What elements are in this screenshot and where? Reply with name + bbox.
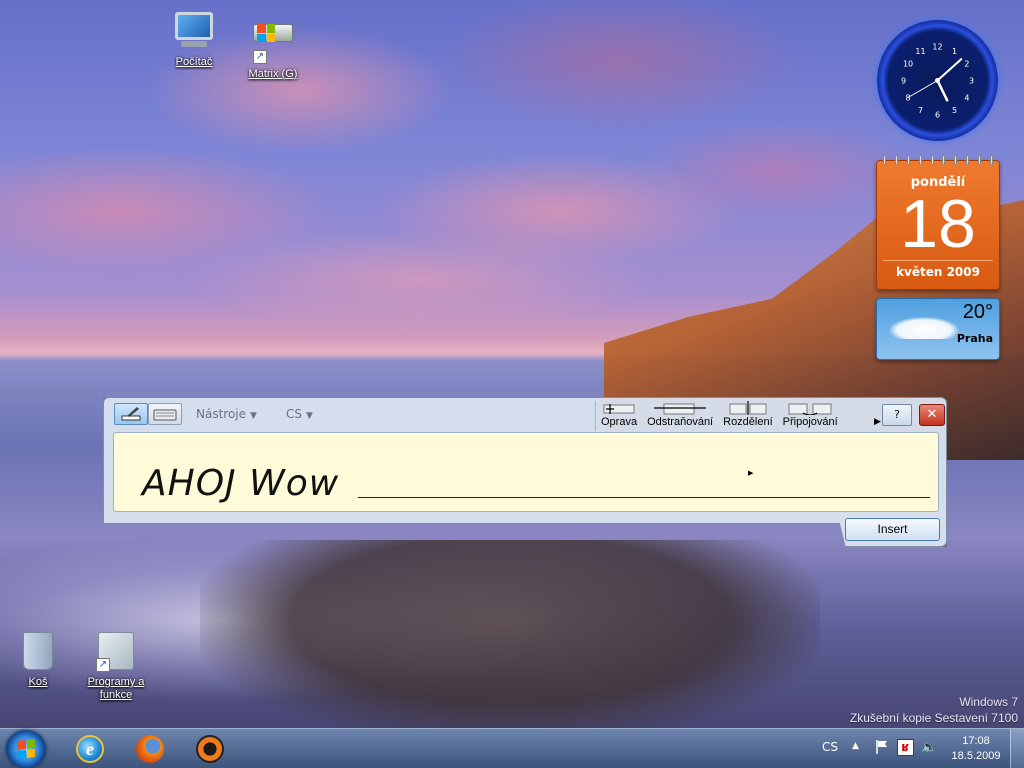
volume-icon[interactable]: 🔈 <box>921 740 937 755</box>
calendar-month-year: květen 2009 <box>883 260 993 279</box>
writing-pad-button[interactable] <box>114 403 148 425</box>
clock-number: 1 <box>952 47 957 56</box>
tray-time: 17:08 <box>962 735 990 747</box>
clock-number: 3 <box>969 77 974 86</box>
writing-pad-icon <box>121 407 141 421</box>
clock-number: 2 <box>964 60 969 69</box>
weather-temperature: 20° <box>962 301 993 323</box>
cloud-icon <box>889 317 959 339</box>
desktop-icon-computer[interactable]: Počítač <box>154 12 234 69</box>
recycle-bin-icon <box>16 632 60 672</box>
writing-baseline <box>358 497 930 498</box>
wallpaper-rocks <box>200 540 820 740</box>
watermark-line-1: Windows 7 <box>959 695 1018 709</box>
close-icon: ✕ <box>926 407 938 422</box>
show-desktop-button[interactable] <box>1010 729 1024 768</box>
clock-number: 4 <box>964 94 969 103</box>
start-button[interactable] <box>6 730 46 768</box>
action-label: Odstraňování <box>647 416 714 428</box>
clock-face: 121234567891011 <box>901 43 974 120</box>
action-join[interactable]: Připojování <box>778 401 843 431</box>
action-label: Oprava <box>601 416 638 428</box>
chevron-down-icon: ▼ <box>306 411 313 421</box>
desktop-icon-recycle-bin[interactable]: Koš <box>0 632 78 689</box>
watermark-line-2: Zkušební kopie Sestavení 7100 <box>849 711 1018 725</box>
touch-keyboard-button[interactable] <box>148 403 182 425</box>
clock-center <box>935 78 940 83</box>
calendar-gadget[interactable]: pondělí 18 květen 2009 <box>876 155 1000 290</box>
clock-number: 9 <box>901 77 906 86</box>
tray-clock[interactable]: 17:08 18.5.2009 <box>946 734 1006 764</box>
language-menu-label: CS <box>286 407 302 421</box>
clock-hour-hand <box>936 79 949 102</box>
handwritten-ink: AHOJ Wow <box>142 463 340 504</box>
taskbar: e CS ▲ ʁ 🔈 17:08 18.5.2009 <box>0 728 1024 768</box>
language-menu[interactable]: CS ▼ <box>286 407 313 421</box>
show-hidden-icons-arrow-icon[interactable]: ▲ <box>852 741 859 751</box>
close-button[interactable]: ✕ <box>919 404 945 426</box>
drive-icon: ↗ <box>251 24 295 64</box>
gesture-actions: Oprava Odstraňování Rozdělení Připojován… <box>595 401 875 431</box>
reason-icon <box>196 735 224 763</box>
desktop-icon-label: Programy a funkce <box>87 676 145 701</box>
desktop-icon-drive[interactable]: ↗ Matrix (G) <box>233 12 313 81</box>
tablet-input-panel: Nástroje ▼ CS ▼ Oprava Odstraňování Rozd… <box>103 397 947 547</box>
taskbar-app-firefox[interactable] <box>132 732 168 766</box>
desktop-icon-label: Počítač <box>175 56 213 68</box>
split-icon <box>723 401 773 415</box>
writing-pad[interactable]: AHOJ Wow ▶ <box>113 432 939 512</box>
weather-gadget[interactable]: 20° Praha <box>876 298 1000 360</box>
taskbar-app-reason[interactable] <box>192 732 228 766</box>
action-delete[interactable]: Odstraňování <box>642 401 718 431</box>
shortcut-arrow-icon: ↗ <box>253 50 267 64</box>
clock-number: 6 <box>935 111 940 120</box>
desktop-icon-programs[interactable]: ↗ Programy a funkce <box>76 632 156 702</box>
action-label: Rozdělení <box>723 416 773 428</box>
computer-icon <box>172 12 216 52</box>
tools-menu-label: Nástroje <box>196 407 247 421</box>
correction-icon <box>601 401 637 415</box>
internet-explorer-icon: e <box>76 735 104 763</box>
strikethrough-icon <box>647 401 713 415</box>
language-indicator[interactable]: CS <box>822 740 838 754</box>
shortcut-arrow-icon: ↗ <box>96 658 110 672</box>
clock-number: 11 <box>915 47 925 56</box>
action-split[interactable]: Rozdělení <box>718 401 778 431</box>
help-icon: ? <box>894 408 900 421</box>
tray-date: 18.5.2009 <box>951 750 1001 762</box>
input-panel-toolbar: Nástroje ▼ CS ▼ Oprava Odstraňování Rozd… <box>110 401 945 431</box>
taskbar-app-ie[interactable]: e <box>72 732 108 766</box>
action-center-flag-icon[interactable] <box>875 739 889 755</box>
help-button[interactable]: ? <box>882 404 912 426</box>
more-actions-arrow-icon[interactable]: ▶ <box>874 417 881 427</box>
clock-second-hand <box>907 80 938 98</box>
clock-minute-hand <box>936 58 963 82</box>
clock-number: 12 <box>932 43 942 52</box>
programs-icon: ↗ <box>94 632 138 672</box>
clock-gadget[interactable]: 12 1 2 3 4 5 6 7 8 9 10 11 <box>877 20 998 141</box>
desktop-icon-label: Koš <box>28 676 48 688</box>
action-label: Připojování <box>782 416 838 428</box>
chevron-down-icon: ▼ <box>250 411 257 421</box>
join-icon <box>783 401 838 416</box>
antivirus-icon[interactable]: ʁ <box>897 739 914 756</box>
clock-number: 10 <box>903 60 913 69</box>
desktop-icon-label: Matrix (G) <box>248 68 298 80</box>
windows-logo-icon <box>17 739 35 759</box>
build-watermark: Windows 7 Zkušební kopie Sestavení 7100 <box>850 694 1018 726</box>
tools-menu[interactable]: Nástroje ▼ <box>196 407 257 421</box>
action-correction[interactable]: Oprava <box>596 401 642 431</box>
clock-number: 7 <box>918 106 923 115</box>
calendar-date: 18 <box>900 186 976 262</box>
clock-number: 5 <box>952 106 957 115</box>
calendar-rings <box>883 155 993 165</box>
firefox-icon <box>136 735 164 763</box>
weather-city: Praha <box>956 332 993 345</box>
clock-number: 8 <box>906 94 911 103</box>
keyboard-icon <box>153 409 177 421</box>
insertion-caret-icon: ▶ <box>748 469 754 477</box>
insert-button[interactable]: Insert <box>845 518 940 541</box>
